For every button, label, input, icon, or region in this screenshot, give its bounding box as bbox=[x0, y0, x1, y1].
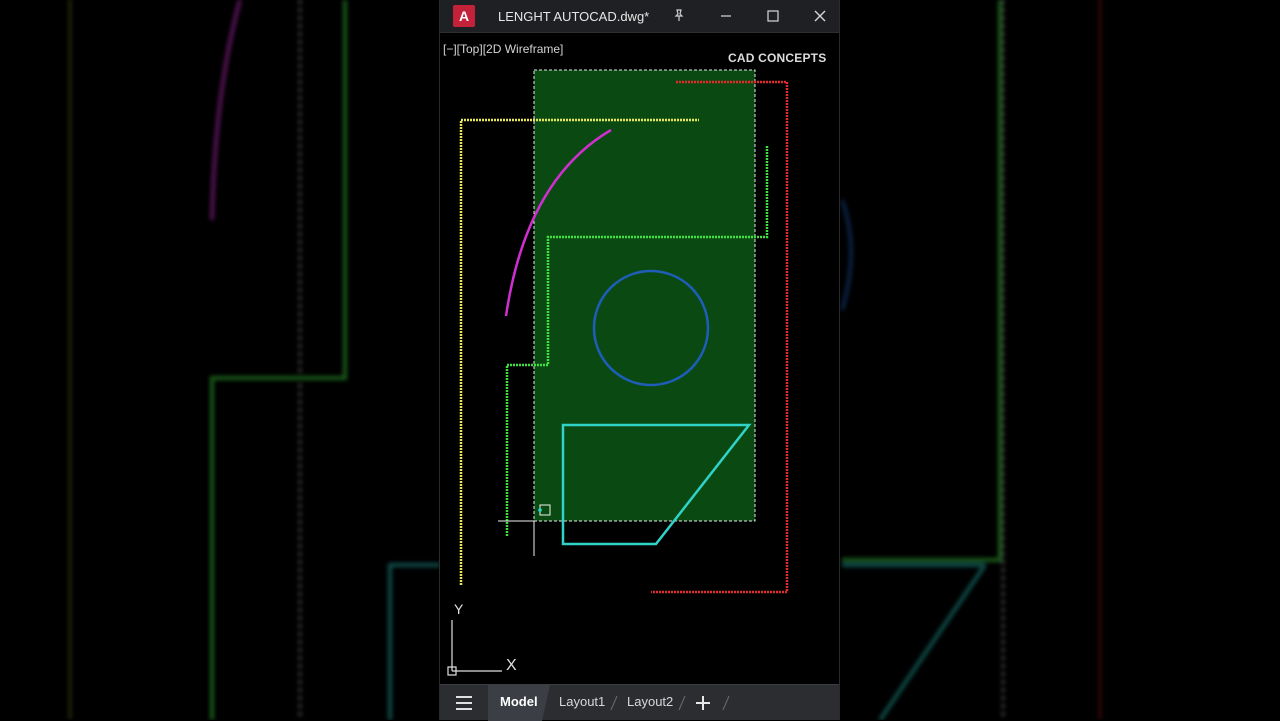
ucs-x-label: X bbox=[506, 657, 517, 674]
layout-tab-bar: Model Layout1 Layout2 bbox=[440, 684, 839, 720]
hamburger-menu-icon[interactable] bbox=[454, 694, 474, 712]
viewport-controls-label[interactable]: [−][Top][2D Wireframe] bbox=[443, 42, 563, 56]
autocad-window: A LENGHT AUTOCAD.dwg* X Y [−][Top][2D Wi… bbox=[439, 0, 840, 720]
tab-separator bbox=[722, 695, 730, 711]
drawing-canvas[interactable]: X Y bbox=[440, 0, 841, 720]
plus-icon[interactable] bbox=[693, 693, 713, 713]
tab-model[interactable]: Model bbox=[488, 685, 550, 721]
selection-window bbox=[533, 69, 756, 522]
tab-layout1[interactable]: Layout1 bbox=[547, 685, 617, 721]
tab-separator bbox=[678, 695, 686, 711]
ucs-y-label: Y bbox=[454, 601, 464, 617]
watermark-text: CAD CONCEPTS bbox=[728, 51, 827, 65]
tab-layout2[interactable]: Layout2 bbox=[615, 685, 685, 721]
ucs-icon: X Y bbox=[447, 601, 517, 676]
